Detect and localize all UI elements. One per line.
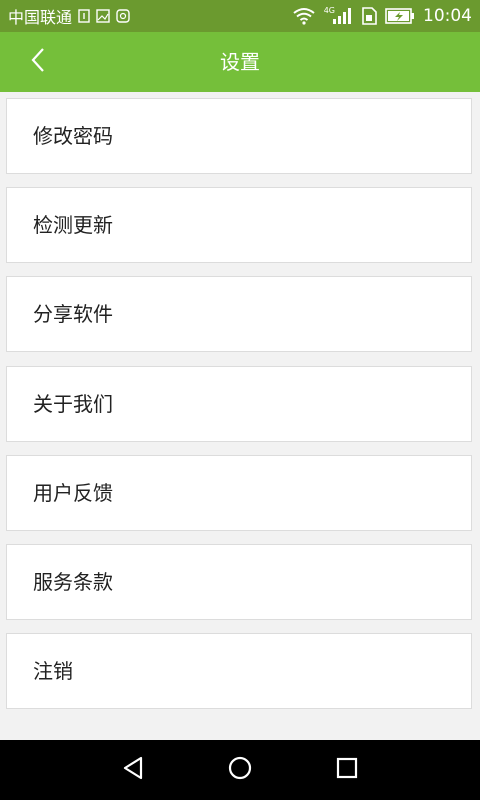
status-bar: 中国联通 4G 10:04 <box>0 0 480 32</box>
menu-item-logout[interactable]: 注销 <box>6 633 472 709</box>
menu-item-label: 修改密码 <box>33 124 113 148</box>
signal-icon: 4G <box>323 5 353 25</box>
clock-time: 10:04 <box>423 6 472 26</box>
carrier-name: 中国联通 <box>8 8 73 27</box>
recents-square-icon <box>334 755 360 785</box>
menu-item-feedback[interactable]: 用户反馈 <box>6 455 472 531</box>
menu-item-label: 分享软件 <box>33 302 113 326</box>
page-title: 设置 <box>220 50 260 74</box>
system-nav-bar <box>0 740 480 800</box>
status-right: 4G 10:04 <box>292 0 472 32</box>
menu-item-share-app[interactable]: 分享软件 <box>6 276 472 352</box>
menu-item-label: 注销 <box>33 659 73 683</box>
home-circle-icon <box>227 755 253 785</box>
menu-item-label: 服务条款 <box>33 570 113 594</box>
sim-icon <box>78 9 90 23</box>
nav-home-button[interactable] <box>222 752 258 788</box>
nav-recents-button[interactable] <box>329 752 365 788</box>
image-icon <box>96 9 110 23</box>
menu-item-check-update[interactable]: 检测更新 <box>6 187 472 263</box>
menu-item-change-password[interactable]: 修改密码 <box>6 98 472 174</box>
nav-back-button[interactable] <box>116 752 152 788</box>
network-type: 4G <box>323 5 335 15</box>
wifi-icon <box>292 7 316 25</box>
sim-card-icon <box>361 7 377 25</box>
menu-item-label: 检测更新 <box>33 213 113 237</box>
menu-item-label: 用户反馈 <box>33 481 113 505</box>
menu-item-label: 关于我们 <box>33 392 113 416</box>
notification-icon <box>116 9 130 23</box>
battery-charging-icon <box>385 8 415 24</box>
menu-item-terms[interactable]: 服务条款 <box>6 544 472 620</box>
menu-item-about-us[interactable]: 关于我们 <box>6 366 472 442</box>
app-header: 设置 <box>0 32 480 92</box>
status-left: 中国联通 <box>8 0 130 32</box>
back-triangle-icon <box>121 755 147 785</box>
